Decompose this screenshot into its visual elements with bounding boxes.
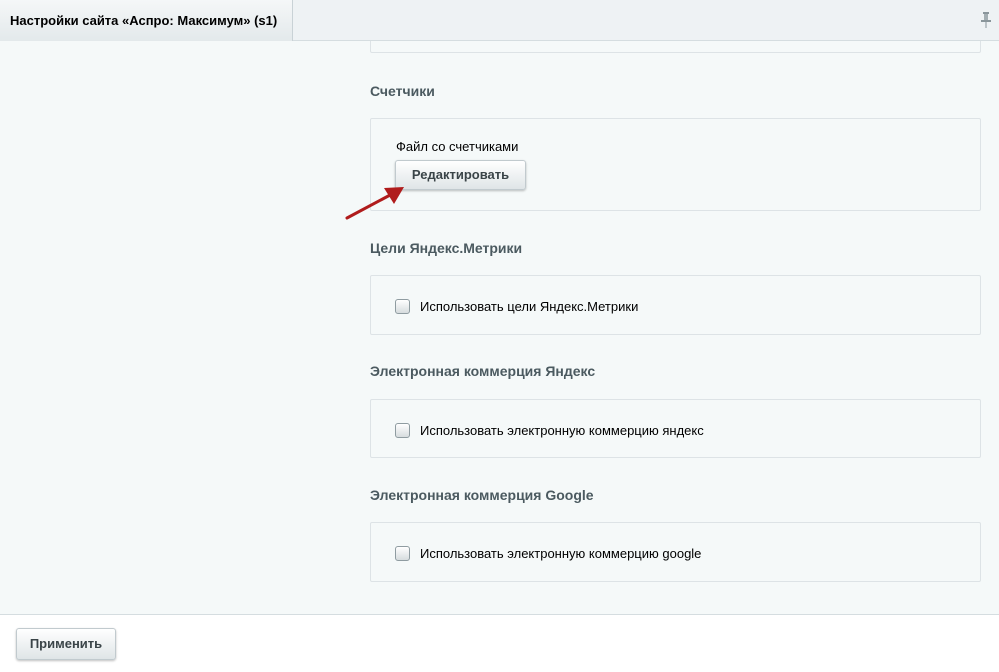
yandex-ecommerce-checkbox[interactable]	[395, 422, 410, 438]
yandex-ecommerce-box: Использовать электронную коммерцию яндек…	[370, 399, 981, 458]
counters-section-title: Счетчики	[370, 83, 435, 99]
top-bar: Настройки сайта «Аспро: Максимум» (s1)	[0, 0, 999, 41]
yandex-ecommerce-label[interactable]: Использовать электронную коммерцию яндек…	[420, 423, 704, 438]
google-ecommerce-section-title: Электронная коммерция Google	[370, 487, 594, 503]
yandex-goals-section-title: Цели Яндекс.Метрики	[370, 240, 523, 256]
yandex-goals-label[interactable]: Использовать цели Яндекс.Метрики	[420, 299, 638, 314]
apply-button[interactable]: Применить	[16, 628, 116, 660]
settings-tab[interactable]: Настройки сайта «Аспро: Максимум» (s1)	[0, 0, 293, 41]
google-ecommerce-option[interactable]: Использовать электронную коммерцию googl…	[395, 544, 701, 562]
settings-content: Счетчики Файл со счетчиками Редактироват…	[0, 41, 999, 614]
counters-file-label: Файл со счетчиками	[396, 139, 519, 154]
settings-tab-title: Настройки сайта «Аспро: Максимум» (s1)	[10, 13, 278, 28]
edit-counters-button[interactable]: Редактировать	[395, 160, 526, 190]
yandex-goals-box: Использовать цели Яндекс.Метрики	[370, 275, 981, 335]
footer-bar: Применить	[0, 614, 999, 672]
google-ecommerce-checkbox[interactable]	[395, 545, 410, 561]
pin-icon[interactable]	[980, 12, 992, 28]
google-ecommerce-box: Использовать электронную коммерцию googl…	[370, 522, 981, 582]
google-ecommerce-label[interactable]: Использовать электронную коммерцию googl…	[420, 546, 701, 561]
yandex-ecommerce-option[interactable]: Использовать электронную коммерцию яндек…	[395, 421, 704, 439]
yandex-ecommerce-section-title: Электронная коммерция Яндекс	[370, 363, 596, 379]
counters-box: Файл со счетчиками Редактировать	[370, 118, 981, 211]
annotation-arrow-icon	[345, 187, 404, 220]
previous-section-box	[370, 41, 981, 53]
yandex-goals-checkbox[interactable]	[395, 298, 410, 314]
yandex-goals-option[interactable]: Использовать цели Яндекс.Метрики	[395, 297, 638, 315]
